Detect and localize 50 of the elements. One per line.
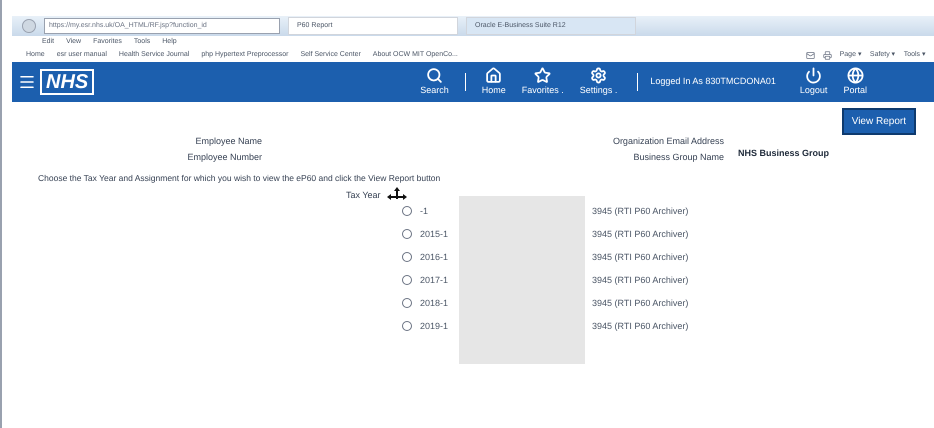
nav-button[interactable]: Settings . (572, 66, 626, 98)
tax-year-option[interactable]: -1 3945 (RTI P60 Archiver) (402, 202, 722, 221)
nav-button[interactable]: Favorites . (514, 66, 572, 98)
tax-year-option[interactable]: 2019-1 3945 (RTI P60 Archiver) (402, 316, 722, 336)
mail-icon[interactable] (806, 50, 815, 60)
tax-year-option[interactable]: 2017-1 3945 (RTI P60 Archiver) (402, 270, 722, 290)
home-icon (485, 66, 502, 84)
tax-year-text: 2015-1 (420, 228, 450, 240)
nav-button[interactable]: Home (474, 66, 514, 98)
assignment-text: 3945 (RTI P60 Archiver) (592, 296, 688, 310)
radio-button[interactable] (402, 206, 412, 216)
star-icon (534, 66, 552, 84)
tax-year-label: Tax Year (346, 190, 381, 200)
radio-button[interactable] (402, 298, 412, 308)
settings-icon (590, 66, 608, 84)
instruction-text: Choose the Tax Year and Assignment for which you wish to view the eP60 and click the View Report button (37, 172, 442, 185)
view-report-button[interactable]: View Report (842, 108, 916, 135)
move-cursor-icon (386, 186, 407, 200)
tax-year-option[interactable]: 2018-1 3945 (RTI P60 Archiver) (402, 294, 722, 313)
assignment-text: 3945 (RTI P60 Archiver) (592, 204, 688, 218)
print-icon[interactable] (822, 50, 832, 60)
field-label: Employee Name (195, 135, 262, 148)
tax-year-text: 2019-1 (420, 320, 450, 332)
radio-button[interactable] (402, 252, 412, 262)
radio-button[interactable] (402, 275, 412, 286)
field-label: Organization Email Address (612, 135, 724, 148)
field-label: Business Group Name (633, 150, 724, 164)
nav-button[interactable]: Search (412, 66, 457, 98)
radio-button[interactable] (402, 321, 412, 332)
search-icon (426, 66, 443, 84)
field-value: NHS Business Group (738, 147, 830, 160)
field-label: Employee Number (187, 150, 262, 164)
logged-in-text: Logged In As 830TMCDONA01 (650, 75, 776, 88)
radio-button[interactable] (402, 229, 412, 240)
tax-year-text: 2018-1 (420, 296, 450, 310)
tax-year-option[interactable]: 2015-1 3945 (RTI P60 Archiver) (402, 224, 722, 244)
globe-icon (846, 66, 864, 84)
nav-button[interactable]: Portal (835, 66, 875, 98)
menu-icon[interactable] (18, 73, 36, 91)
tax-year-text: -1 (420, 204, 430, 218)
assignment-text: 3945 (RTI P60 Archiver) (592, 228, 688, 241)
tax-year-text: 2017-1 (420, 274, 450, 286)
assignment-text: 3945 (RTI P60 Archiver) (592, 250, 688, 264)
tax-year-text: 2016-1 (420, 250, 450, 264)
assignment-text: 3945 (RTI P60 Archiver) (592, 274, 688, 287)
power-icon (805, 66, 822, 84)
assignment-text: 3945 (RTI P60 Archiver) (592, 320, 688, 333)
nhs-logo[interactable]: NHS (40, 69, 94, 95)
tax-year-option[interactable]: 2016-1 3945 (RTI P60 Archiver) (402, 248, 722, 267)
nav-button[interactable]: Logout (792, 66, 836, 98)
